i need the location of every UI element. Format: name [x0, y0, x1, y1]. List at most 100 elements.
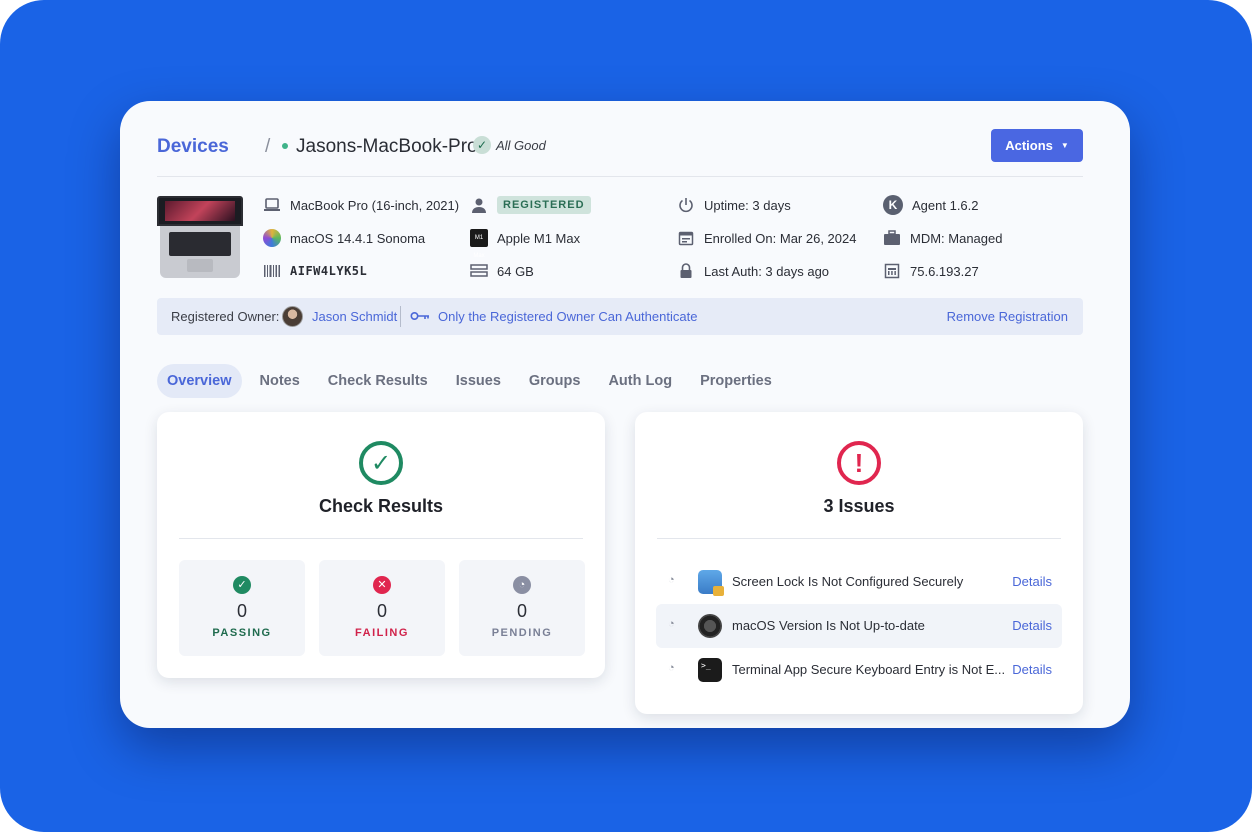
auth-policy-link[interactable]: Only the Registered Owner Can Authentica… [438, 309, 697, 324]
enrolled-text: Enrolled On: Mar 26, 2024 [704, 230, 857, 246]
serial-number-text: AIFW4LYK5L [290, 264, 368, 278]
power-icon [677, 196, 695, 214]
divider [657, 538, 1061, 539]
severity-gauge-icon: ◔ [668, 662, 675, 674]
x-circle-icon: ✕ [373, 576, 391, 594]
registered-badge: REGISTERED [497, 196, 591, 214]
tab-auth-log[interactable]: Auth Log [598, 364, 682, 398]
online-status-dot [282, 143, 288, 149]
mdm-text: MDM: Managed [910, 230, 1003, 246]
failing-label: FAILING [355, 627, 409, 639]
agent-text: Agent 1.6.2 [912, 197, 979, 213]
user-icon [470, 196, 488, 214]
key-icon [410, 308, 430, 325]
info-last-auth: Last Auth: 3 days ago [677, 260, 829, 282]
page-title: Jasons-MacBook-Pro [296, 136, 478, 157]
info-registration: REGISTERED [470, 194, 591, 216]
tab-check-results[interactable]: Check Results [318, 364, 438, 398]
tab-groups[interactable]: Groups [519, 364, 591, 398]
pending-count: 0 [516, 601, 527, 621]
passing-label: PASSING [212, 627, 272, 639]
remove-registration-link[interactable]: Remove Registration [947, 309, 1068, 324]
tab-notes[interactable]: Notes [250, 364, 310, 398]
memory-text: 64 GB [497, 263, 534, 279]
divider [157, 176, 1083, 177]
macos-sonoma-icon [263, 229, 281, 247]
info-enrolled: Enrolled On: Mar 26, 2024 [677, 227, 856, 249]
laptop-icon [263, 196, 281, 214]
model-text: MacBook Pro (16-inch, 2021) [290, 197, 460, 213]
issue-row[interactable]: ◔ macOS Version Is Not Up-to-date Detail… [656, 604, 1062, 648]
check-circle-icon: ✓ [233, 576, 251, 594]
failing-stat[interactable]: ✕ 0 FAILING [319, 560, 445, 656]
owner-label: Registered Owner: [171, 309, 280, 324]
device-image [157, 196, 243, 278]
issue-row[interactable]: ◔ Screen Lock Is Not Configured Securely… [656, 560, 1062, 604]
tab-properties[interactable]: Properties [690, 364, 782, 398]
memory-icon [470, 262, 488, 280]
tab-issues[interactable]: Issues [446, 364, 511, 398]
macos-app-icon [698, 614, 722, 638]
check-circle-icon: ✓ [473, 136, 491, 154]
check-circle-icon: ✓ [359, 441, 403, 485]
device-detail-window: Devices / Jasons-MacBook-Pro ✓ All Good … [120, 101, 1130, 728]
avatar [282, 306, 303, 327]
issue-title: Terminal App Secure Keyboard Entry is No… [732, 662, 1006, 677]
divider [400, 306, 401, 327]
briefcase-icon [883, 229, 901, 247]
terminal-app-icon: >_ [698, 658, 722, 682]
chip-text: Apple M1 Max [497, 230, 581, 246]
severity-gauge-icon: ◔ [668, 574, 675, 586]
breadcrumb-devices-link[interactable]: Devices [157, 136, 229, 158]
passing-count: 0 [236, 601, 247, 621]
ethernet-icon [883, 262, 901, 280]
exclamation-circle-icon: ! [837, 441, 881, 485]
kolide-agent-icon: K [883, 195, 903, 215]
last-auth-text: Last Auth: 3 days ago [704, 263, 830, 279]
info-os: macOS 14.4.1 Sonoma [263, 227, 425, 249]
check-results-card: ✓ Check Results ✓ 0 PASSING ✕ 0 FAILING … [157, 412, 605, 678]
info-uptime: Uptime: 3 days [677, 194, 791, 216]
info-ip: 75.6.193.27 [883, 260, 979, 282]
calendar-icon [677, 229, 695, 247]
failing-count: 0 [376, 601, 387, 621]
info-agent: K Agent 1.6.2 [883, 194, 979, 216]
owner-name-link[interactable]: Jason Schmidt [312, 309, 397, 324]
uptime-text: Uptime: 3 days [704, 197, 791, 213]
tab-overview[interactable]: Overview [157, 364, 242, 398]
issue-title: Screen Lock Is Not Configured Securely [732, 574, 964, 589]
ip-text: 75.6.193.27 [910, 263, 979, 279]
info-memory: 64 GB [470, 260, 534, 282]
clock-icon: ◔ [513, 576, 531, 594]
info-model: MacBook Pro (16-inch, 2021) [263, 194, 459, 216]
barcode-icon [263, 262, 281, 280]
page-header: Devices / Jasons-MacBook-Pro ✓ All Good … [157, 129, 1083, 177]
pending-label: PENDING [491, 627, 553, 639]
device-status-text: All Good [496, 138, 546, 153]
screen-lock-app-icon [698, 570, 724, 596]
caret-down-icon: ▼ [1060, 141, 1069, 150]
severity-gauge-icon: ◔ [668, 618, 675, 630]
info-chip: M1 Max Apple M1 Max [470, 227, 581, 259]
issue-details-link[interactable]: Details [1012, 574, 1052, 589]
pending-stat[interactable]: ◔ 0 PENDING [459, 560, 585, 656]
info-mdm: MDM: Managed [883, 227, 1002, 249]
issue-details-link[interactable]: Details [1012, 662, 1052, 677]
actions-dropdown-button[interactable]: Actions ▼ [991, 129, 1083, 162]
apple-chip-icon: M1 Max [470, 229, 488, 259]
issues-title: 3 Issues [823, 496, 895, 516]
info-serial: AIFW4LYK5L [263, 260, 367, 282]
issue-row[interactable]: ◔ >_ Terminal App Secure Keyboard Entry … [656, 648, 1062, 692]
actions-button-label: Actions [1005, 138, 1053, 153]
breadcrumb-separator: / [265, 136, 271, 157]
issue-details-link[interactable]: Details [1012, 618, 1052, 633]
issues-card: ! 3 Issues ◔ Screen Lock Is Not Configur… [635, 412, 1083, 714]
divider [179, 538, 583, 539]
check-results-title: Check Results [318, 496, 444, 516]
issue-title: macOS Version Is Not Up-to-date [732, 618, 925, 633]
registered-owner-bar: Registered Owner: Jason Schmidt Only the… [157, 298, 1083, 335]
lock-icon [677, 262, 695, 280]
tab-bar: Overview Notes Check Results Issues Grou… [157, 364, 790, 398]
passing-stat[interactable]: ✓ 0 PASSING [179, 560, 305, 656]
os-text: macOS 14.4.1 Sonoma [290, 230, 426, 246]
